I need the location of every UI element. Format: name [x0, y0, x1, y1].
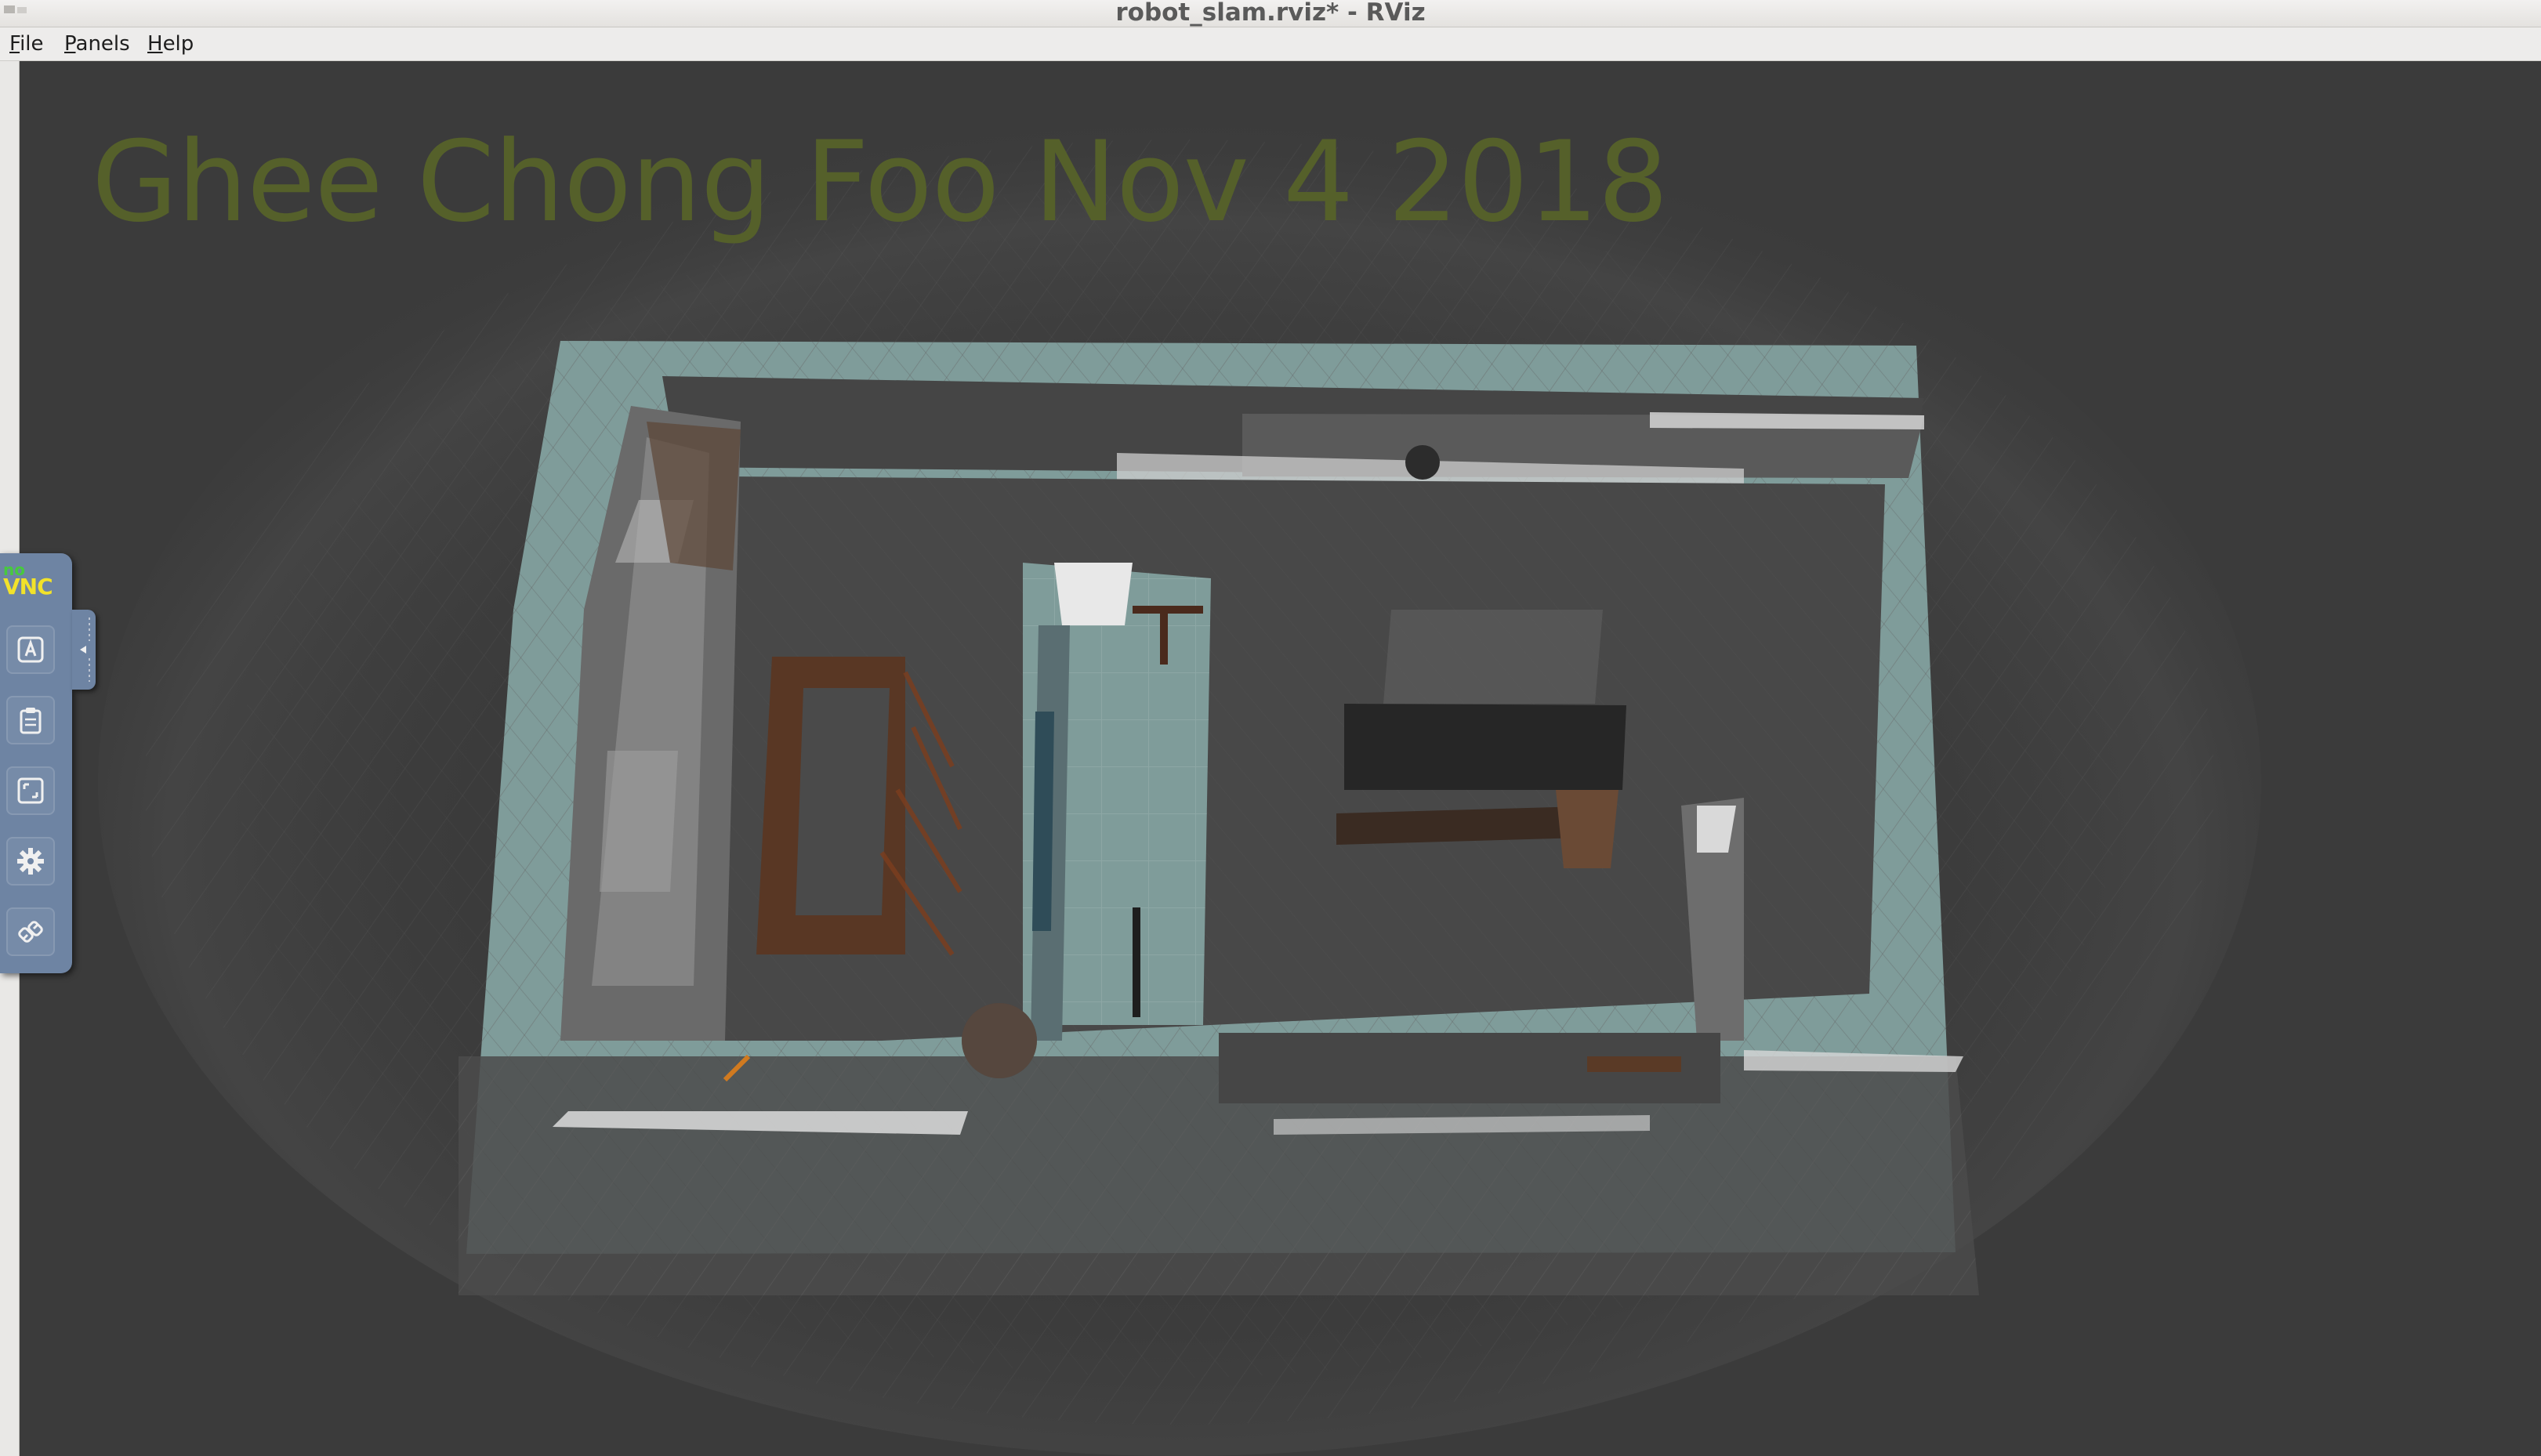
disconnect-button[interactable] [6, 907, 55, 956]
clipboard-icon [20, 708, 42, 734]
point-cloud-scene [98, 108, 2261, 1456]
chevron-left-icon [80, 618, 90, 682]
render-viewport[interactable]: Ghee Chong Foo Nov 4 2018 [20, 61, 2541, 1456]
novnc-collapse-handle[interactable] [72, 610, 96, 690]
menu-file[interactable]: File [9, 27, 44, 60]
clipboard-button[interactable] [6, 696, 55, 744]
overlay-text: Ghee Chong Foo Nov 4 2018 [92, 118, 1669, 247]
menu-bar: File Panels Help [0, 27, 2541, 61]
novnc-logo: no VNC [3, 560, 53, 599]
gear-icon [17, 848, 44, 875]
keyboard-a-icon [17, 636, 44, 663]
menu-help[interactable]: Help [147, 27, 194, 60]
window-title: robot_slam.rviz* - RViz [1115, 0, 1426, 27]
keyboard-button[interactable] [6, 625, 55, 674]
disconnect-icon [18, 921, 43, 943]
settings-button[interactable] [6, 837, 55, 886]
rviz-window: robot_slam.rviz* - RViz File Panels Help [0, 0, 2541, 1456]
desk-object [1344, 704, 1626, 790]
novnc-control-bar: no VNC [0, 553, 96, 973]
fullscreen-icon [17, 777, 44, 804]
title-bar: robot_slam.rviz* - RViz [0, 0, 2541, 27]
menu-panels[interactable]: Panels [64, 27, 130, 60]
white-partition [1054, 563, 1133, 625]
fullscreen-button[interactable] [6, 766, 55, 815]
